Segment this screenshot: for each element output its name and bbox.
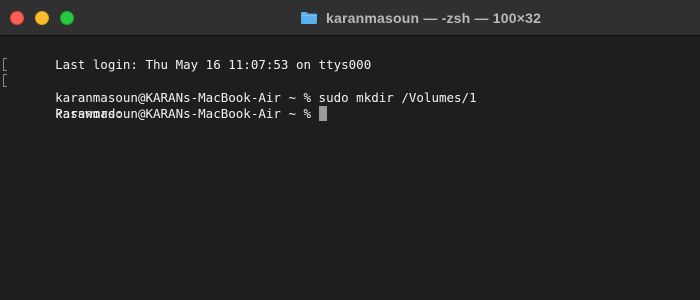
current-prompt-text: karanmasoun@KARANs-MacBook-Air ~ % [55,106,319,121]
command-mark [3,57,7,71]
minimize-button[interactable] [35,11,49,25]
terminal-line-last-login: Last login: Thu May 16 11:07:53 on ttys0… [10,40,700,72]
zoom-button[interactable] [60,11,74,25]
window-title-group: karanmasoun — -zsh — 100×32 [300,0,541,36]
terminal-line-password: Password: [3,73,700,121]
window-title: karanmasoun — -zsh — 100×32 [326,10,542,26]
text-cursor [318,106,327,121]
terminal-line-prompt[interactable]: karanmasoun@KARANs-MacBook-Air ~ % [10,90,700,121]
title-bar[interactable]: karanmasoun — -zsh — 100×32 [0,0,700,36]
close-button[interactable] [10,11,24,25]
terminal-output[interactable]: Last login: Thu May 16 11:07:53 on ttys0… [0,36,700,300]
terminal-window: karanmasoun — -zsh — 100×32 Last login: … [0,0,700,300]
terminal-line-command: karanmasoun@KARANs-MacBook-Air ~ % sudo … [3,57,700,105]
folder-icon [300,11,318,25]
command-mark [3,74,7,87]
